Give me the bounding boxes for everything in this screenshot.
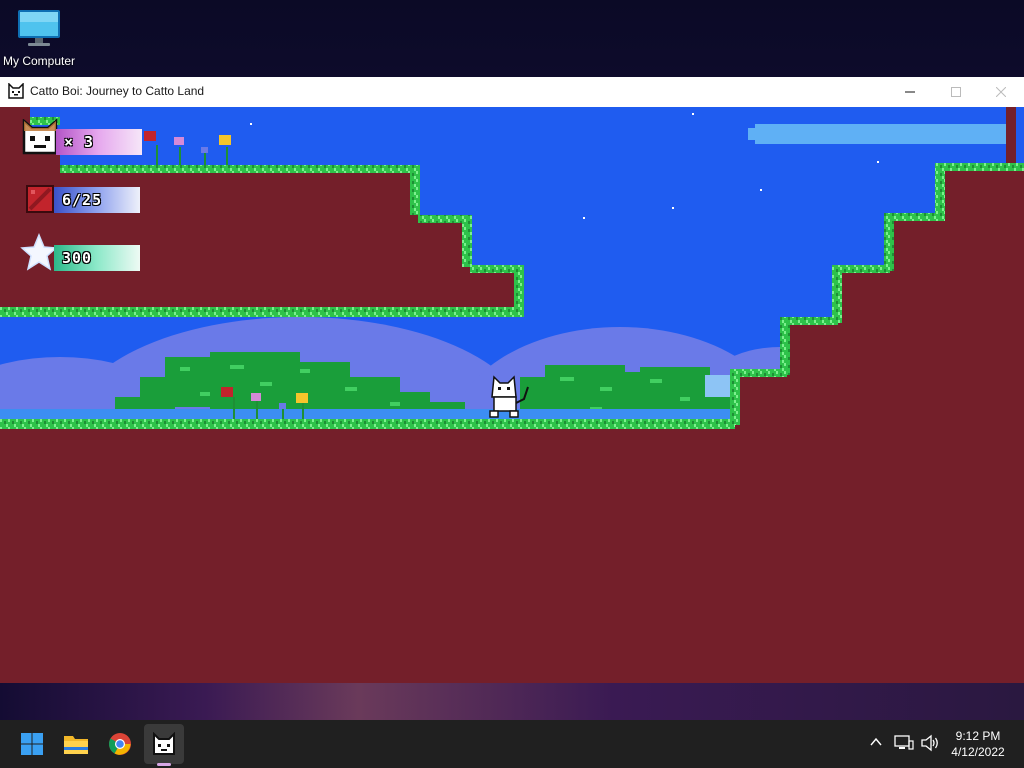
lives-counter: × 3 bbox=[56, 129, 142, 155]
clock-time: 9:12 PM bbox=[955, 729, 1001, 743]
clock-date: 4/12/2022 bbox=[951, 745, 1005, 759]
window-title: Catto Boi: Journey to Catto Land bbox=[30, 84, 205, 98]
monitor-icon bbox=[18, 10, 60, 46]
cloud bbox=[748, 124, 1015, 144]
folder-icon bbox=[64, 736, 88, 754]
minimize-icon bbox=[905, 91, 915, 93]
chrome-icon bbox=[109, 733, 131, 755]
game-window: Catto Boi: Journey to Catto Land × 3 6/2… bbox=[0, 77, 1024, 683]
network-icon[interactable] bbox=[894, 734, 914, 752]
catto-boi-taskbar-button[interactable] bbox=[144, 724, 184, 764]
close-button[interactable] bbox=[978, 77, 1024, 107]
maximize-icon bbox=[951, 87, 961, 97]
active-app-indicator bbox=[157, 763, 171, 766]
red-block-icon bbox=[26, 185, 54, 213]
taskbar: 9:12 PM 4/12/2022 bbox=[0, 720, 1024, 768]
maximize-button[interactable] bbox=[933, 77, 979, 107]
desktop-icon-my-computer[interactable]: My Computer bbox=[0, 8, 78, 68]
game-scene bbox=[0, 107, 1024, 683]
wallpaper-horizon bbox=[0, 683, 1024, 720]
windows-logo-icon bbox=[21, 733, 43, 755]
desktop: My Computer Catto Boi: Journey to Catto … bbox=[0, 0, 1024, 720]
blocks-counter: 6/25 bbox=[54, 187, 140, 213]
cat-face-icon bbox=[22, 119, 58, 155]
desktop-icon-label: My Computer bbox=[2, 54, 76, 68]
volume-icon[interactable] bbox=[920, 734, 940, 752]
cat-face-icon bbox=[153, 732, 175, 755]
start-button[interactable] bbox=[12, 724, 52, 764]
taskbar-clock[interactable]: 9:12 PM 4/12/2022 bbox=[938, 728, 1018, 760]
chevron-up-icon[interactable] bbox=[868, 734, 884, 750]
chrome-button[interactable] bbox=[100, 724, 140, 764]
star-icon bbox=[20, 233, 58, 271]
minimize-button[interactable] bbox=[887, 77, 933, 107]
close-icon bbox=[996, 87, 1006, 97]
game-canvas[interactable]: × 3 6/25 300 bbox=[0, 107, 1024, 683]
file-explorer-button[interactable] bbox=[56, 724, 96, 764]
score-counter: 300 bbox=[54, 245, 140, 271]
window-titlebar[interactable]: Catto Boi: Journey to Catto Land bbox=[0, 77, 1024, 107]
cat-face-icon bbox=[8, 83, 24, 99]
